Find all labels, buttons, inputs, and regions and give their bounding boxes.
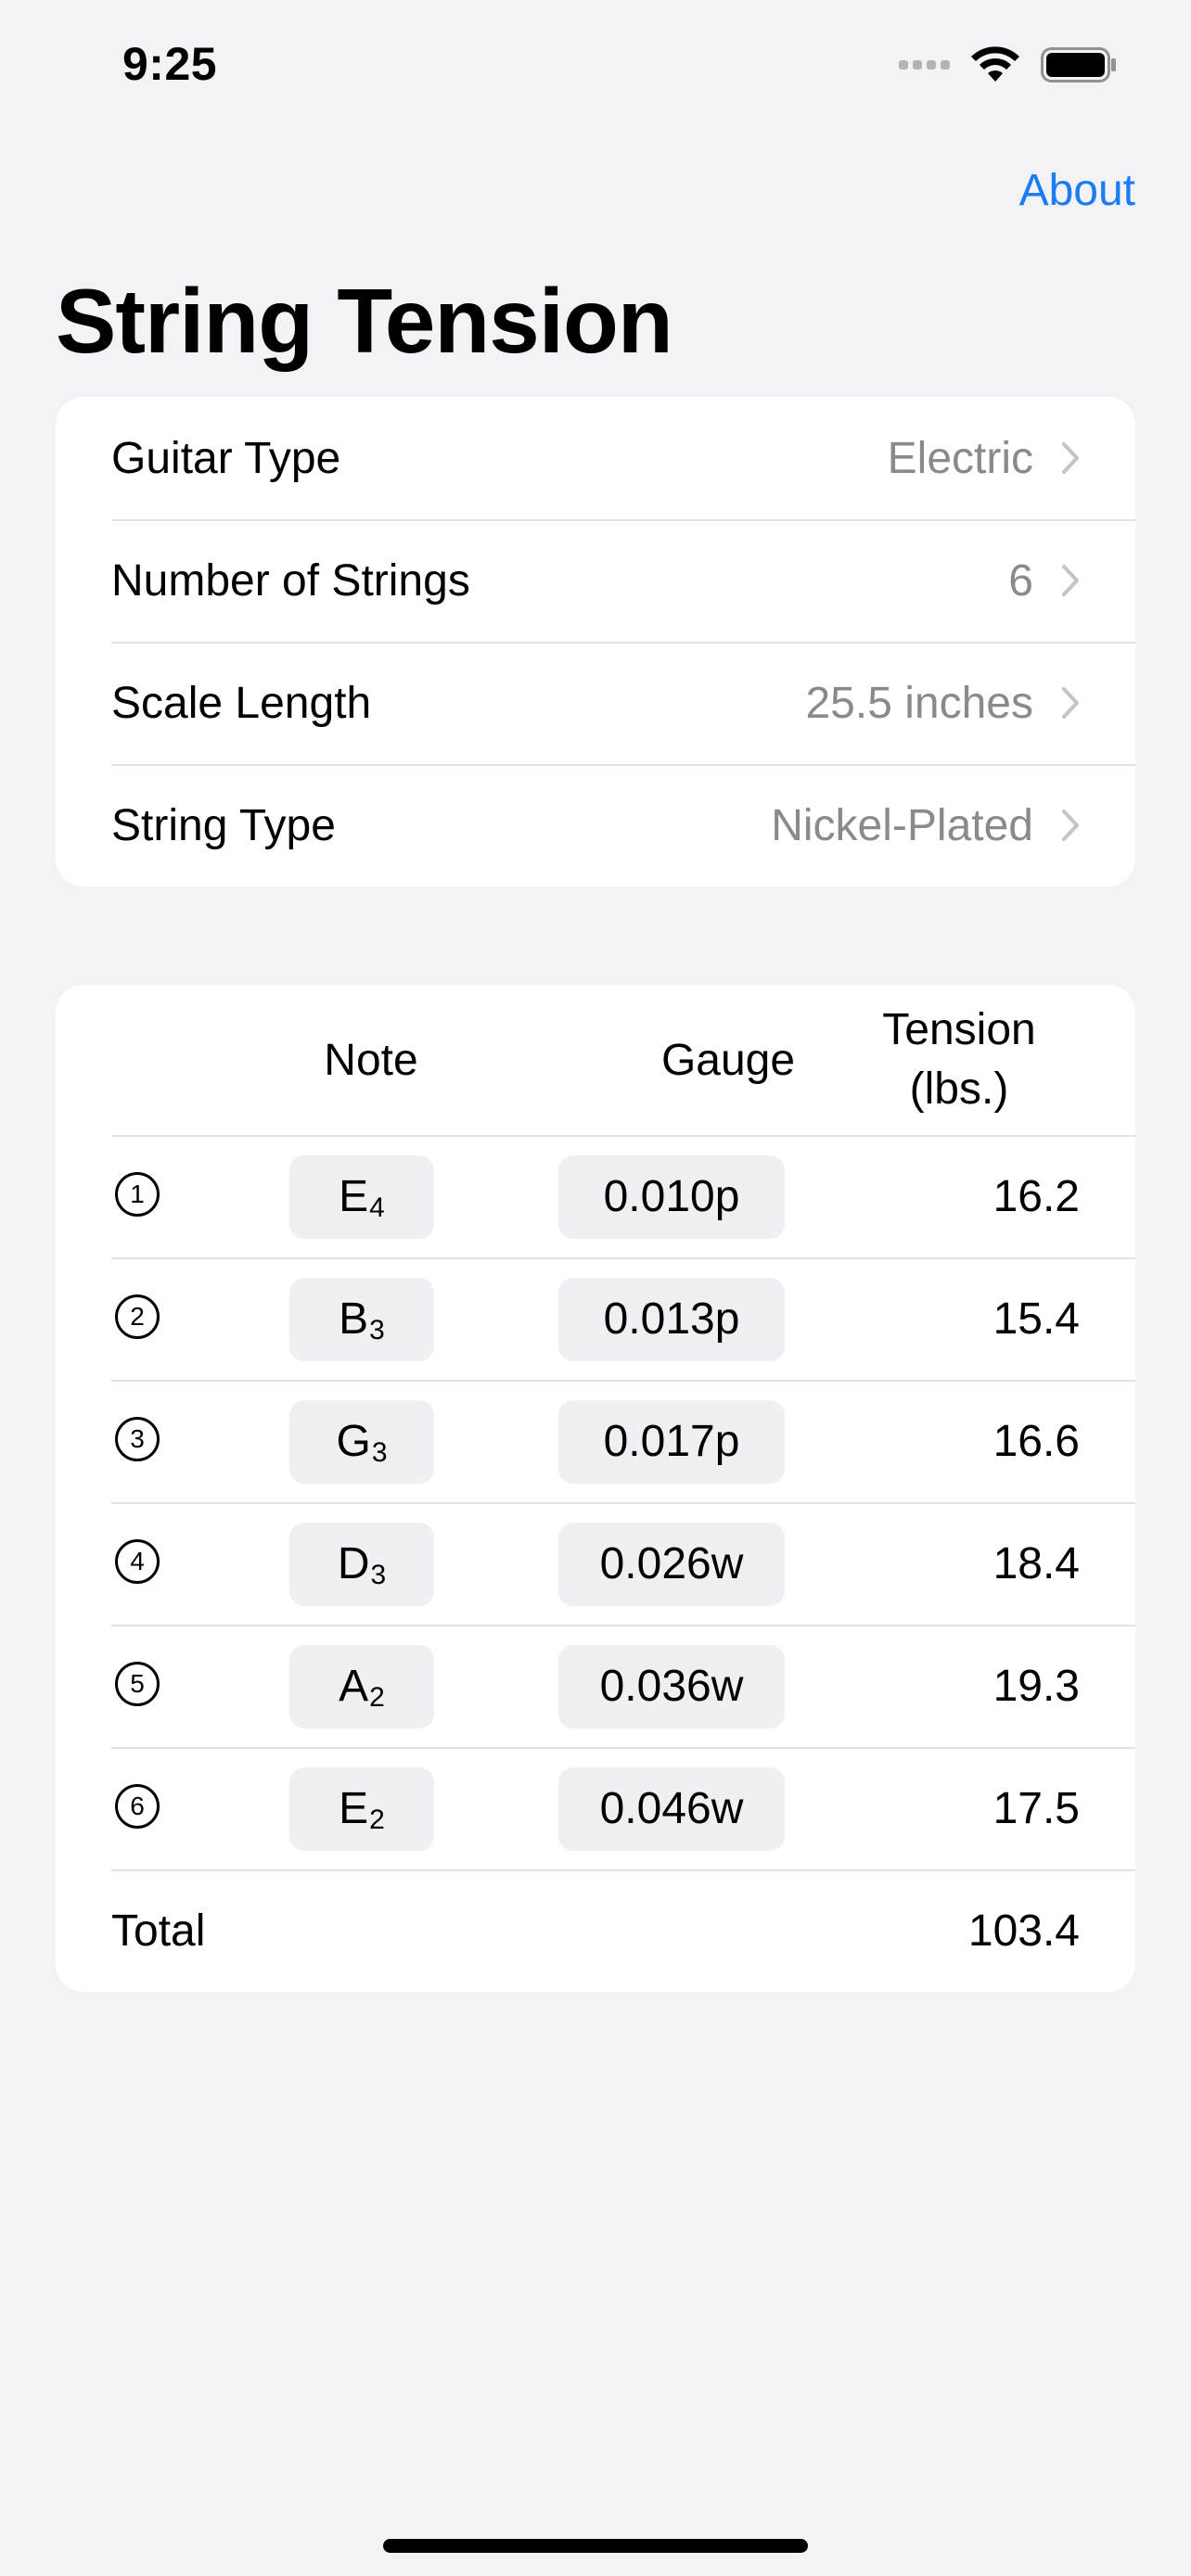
gauge-button[interactable]: 0.013p: [558, 1278, 785, 1361]
table-row: 4 D3 0.026w 18.4: [56, 1502, 1135, 1625]
tension-value: 16.2: [992, 1172, 1080, 1221]
tension-table: Note Gauge Tension (lbs.) 1 E4 0.010p 16…: [56, 985, 1135, 1992]
tension-value: 18.4: [992, 1539, 1080, 1588]
chevron-right-icon: [1062, 810, 1079, 841]
string-number-badge: 5: [115, 1662, 160, 1706]
setting-value: Electric: [887, 433, 1033, 483]
wifi-icon: [971, 46, 1019, 82]
note-name: E: [339, 1172, 369, 1221]
note-octave: 2: [369, 1682, 385, 1713]
string-number-badge: 3: [115, 1417, 160, 1461]
note-name: B: [339, 1294, 369, 1344]
gauge-button[interactable]: 0.026w: [558, 1523, 785, 1606]
status-icons: [899, 46, 1117, 83]
gauge-button[interactable]: 0.046w: [558, 1767, 785, 1851]
note-octave: 4: [369, 1192, 385, 1223]
setting-label: Number of Strings: [111, 555, 470, 606]
note-name: E: [339, 1784, 369, 1833]
status-bar: 9:25: [0, 0, 1191, 139]
note-name: G: [336, 1417, 371, 1466]
note-name: D: [337, 1539, 370, 1588]
table-header: Note Gauge Tension (lbs.): [56, 985, 1135, 1135]
settings-card: Guitar Type Electric Number of Strings 6…: [56, 397, 1135, 886]
note-octave: 3: [370, 1560, 387, 1590]
tension-value: 17.5: [992, 1784, 1080, 1833]
string-number-badge: 1: [115, 1172, 160, 1217]
column-header-note: Note: [324, 1036, 418, 1085]
column-header-tension-line2: (lbs.): [909, 1065, 1009, 1114]
column-header-tension-line1: Tension: [882, 1005, 1036, 1054]
string-number-badge: 4: [115, 1539, 160, 1584]
setting-label: Scale Length: [111, 678, 372, 728]
setting-row-number-of-strings[interactable]: Number of Strings 6: [56, 519, 1135, 642]
tension-value: 15.4: [992, 1294, 1080, 1344]
gauge-button[interactable]: 0.036w: [558, 1645, 785, 1728]
table-row: 3 G3 0.017p 16.6: [56, 1380, 1135, 1502]
gauge-button[interactable]: 0.010p: [558, 1155, 785, 1239]
setting-value: Nickel-Plated: [771, 800, 1033, 850]
setting-row-scale-length[interactable]: Scale Length 25.5 inches: [56, 642, 1135, 764]
gauge-button[interactable]: 0.017p: [558, 1400, 785, 1484]
note-octave: 2: [369, 1804, 385, 1835]
column-header-tension: Tension (lbs.): [839, 1001, 1080, 1119]
chevron-right-icon: [1062, 442, 1079, 474]
setting-value: 6: [1008, 555, 1033, 606]
note-button[interactable]: B3: [289, 1278, 434, 1361]
setting-label: String Type: [111, 800, 336, 850]
total-row: Total 103.4: [56, 1869, 1135, 1992]
note-button[interactable]: E2: [289, 1767, 434, 1851]
chevron-right-icon: [1062, 687, 1079, 719]
note-button[interactable]: D3: [289, 1523, 434, 1606]
note-button[interactable]: E4: [289, 1155, 434, 1239]
about-button[interactable]: About: [1019, 165, 1135, 216]
cellular-signal-icon: [899, 60, 950, 70]
tension-value: 16.6: [992, 1417, 1080, 1466]
setting-label: Guitar Type: [111, 433, 341, 483]
setting-row-string-type[interactable]: String Type Nickel-Plated: [56, 764, 1135, 886]
table-row: 1 E4 0.010p 16.2: [56, 1135, 1135, 1257]
note-octave: 3: [369, 1315, 385, 1345]
setting-row-guitar-type[interactable]: Guitar Type Electric: [56, 397, 1135, 519]
status-time: 9:25: [122, 38, 218, 90]
page-title: String Tension: [56, 270, 673, 372]
home-indicator[interactable]: [383, 2539, 808, 2553]
string-number-badge: 6: [115, 1784, 160, 1829]
table-row: 2 B3 0.013p 15.4: [56, 1257, 1135, 1380]
note-name: A: [339, 1662, 369, 1711]
table-row: 6 E2 0.046w 17.5: [56, 1747, 1135, 1869]
total-label: Total: [111, 1906, 206, 1956]
table-row: 5 A2 0.036w 19.3: [56, 1625, 1135, 1747]
note-button[interactable]: A2: [289, 1645, 434, 1728]
string-number-badge: 2: [115, 1294, 160, 1339]
note-button[interactable]: G3: [289, 1400, 434, 1484]
total-tension-value: 103.4: [967, 1906, 1080, 1956]
chevron-right-icon: [1062, 565, 1079, 596]
setting-value: 25.5 inches: [805, 678, 1033, 728]
tension-value: 19.3: [992, 1662, 1080, 1711]
note-octave: 3: [371, 1437, 388, 1468]
battery-icon: [1041, 47, 1116, 83]
